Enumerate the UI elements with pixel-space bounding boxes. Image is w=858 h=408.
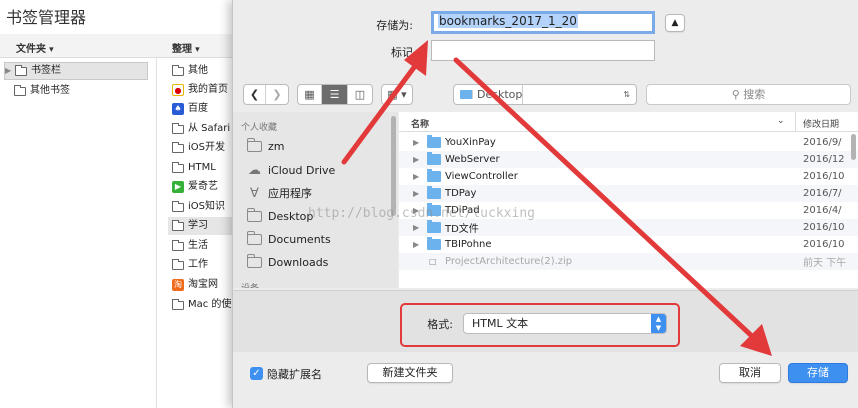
annotation-arrow-line — [341, 59, 421, 165]
annotation-arrows — [341, 40, 772, 356]
annotation-arrow-line — [453, 57, 757, 341]
annotation-arrowhead-icon — [404, 40, 428, 76]
